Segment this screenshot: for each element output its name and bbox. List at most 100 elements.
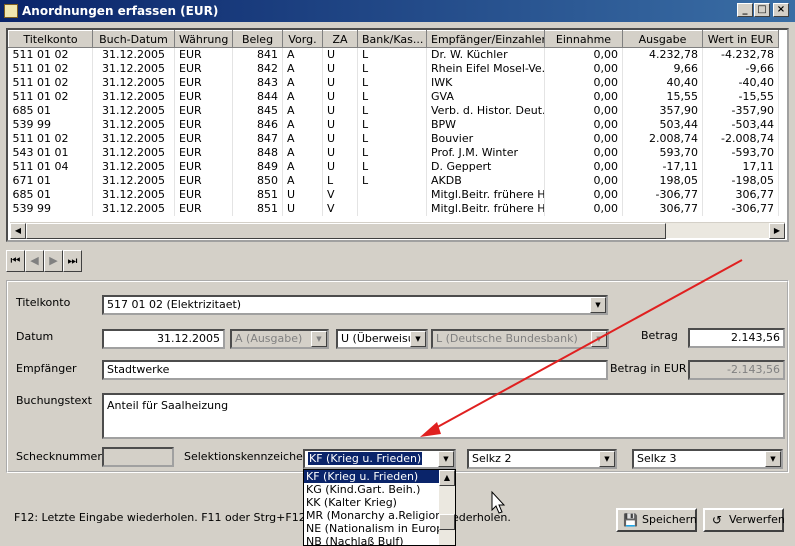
betrag-input[interactable]: 2.143,56: [688, 328, 785, 348]
last-record-button[interactable]: ⏭: [63, 250, 82, 272]
next-record-button[interactable]: ▶: [44, 250, 63, 272]
table-cell: 851: [232, 188, 283, 202]
chevron-down-icon[interactable]: ▼: [599, 451, 615, 467]
column-header[interactable]: Bank/Kas...: [357, 30, 427, 48]
table-row[interactable]: 511 01 02 31.12.2005 EUR 844 A U L GVA 0,00 15,55…: [8, 90, 779, 104]
table-cell: U: [322, 76, 358, 90]
selektion-select[interactable]: KF (Krieg u. Frieden) ▼: [303, 449, 456, 469]
table-row[interactable]: 671 01 31.12.2005 EUR 850 A L L AKDB 0,00 198,05-…: [8, 174, 779, 188]
table-cell: 511 01 02: [8, 62, 93, 76]
chevron-down-icon[interactable]: ▼: [765, 451, 781, 467]
maximize-button[interactable]: □: [754, 3, 770, 17]
column-header[interactable]: ZA: [322, 30, 358, 48]
table-cell: 0,00: [544, 104, 623, 118]
column-header[interactable]: Titelkonto: [8, 30, 93, 48]
table-cell: A: [282, 90, 323, 104]
column-header[interactable]: Beleg: [232, 30, 283, 48]
dropdown-option[interactable]: NB (Nachlaß Bulf): [304, 535, 455, 545]
chevron-down-icon[interactable]: ▼: [590, 297, 606, 313]
table-row[interactable]: 543 01 01 31.12.2005 EUR 848 A U L Prof. J.M. W…: [8, 146, 779, 160]
table-cell: 0,00: [544, 132, 623, 146]
column-header[interactable]: Währung: [174, 30, 233, 48]
column-header[interactable]: Vorg.: [282, 30, 323, 48]
table-cell: EUR: [174, 188, 233, 202]
table-cell: -9,66: [702, 62, 779, 76]
table-cell: U: [322, 146, 358, 160]
dropdown-option[interactable]: KF (Krieg u. Frieden): [304, 470, 455, 483]
table-cell: 0,00: [544, 47, 623, 62]
table-cell: Bouvier: [426, 132, 545, 146]
scroll-up-icon[interactable]: ▲: [439, 470, 455, 486]
table-cell: U: [322, 47, 358, 62]
scroll-thumb[interactable]: [26, 223, 666, 239]
selektion-dropdown-list[interactable]: KF (Krieg u. Frieden) KG (Kind.Gart. Beih…: [303, 469, 456, 546]
table-row[interactable]: 685 01 31.12.2005 EUR 851 U V Mitgl.Beitr. frü…: [8, 188, 779, 202]
table-cell: 306,77: [702, 188, 779, 202]
table-cell: L: [357, 104, 427, 118]
dropdown-option[interactable]: MR (Monarchy a.Religion): [304, 509, 455, 522]
column-header[interactable]: Einnahme: [544, 30, 623, 48]
vorgang-select[interactable]: A (Ausgabe) ▼: [230, 329, 329, 349]
selkz2-select[interactable]: Selkz 2 ▼: [467, 449, 617, 469]
column-header[interactable]: Wert in EUR: [702, 30, 779, 48]
table-cell: 31.12.2005: [92, 202, 175, 216]
save-button[interactable]: 💾 Speichern: [616, 508, 697, 532]
chevron-down-icon[interactable]: ▼: [410, 331, 426, 347]
dropdown-option[interactable]: NE (Nationalism in Europ): [304, 522, 455, 535]
table-cell: L: [357, 47, 427, 62]
chevron-down-icon[interactable]: ▼: [438, 451, 454, 467]
table-cell: 0,00: [544, 118, 623, 132]
buchungstext-textarea[interactable]: Anteil für Saalheizung: [102, 393, 785, 439]
grid-header-row: Titelkonto Buch-Datum Währung Beleg Vorg. ZA B…: [8, 30, 779, 48]
table-cell: V: [322, 202, 358, 216]
dropdown-option[interactable]: KG (Kind.Gart. Beih.): [304, 483, 455, 496]
chevron-down-icon[interactable]: ▼: [311, 331, 327, 347]
scroll-thumb[interactable]: [439, 514, 455, 530]
table-cell: EUR: [174, 160, 233, 174]
zahlart-select[interactable]: U (Überweisun ▼: [336, 329, 428, 349]
datum-input[interactable]: 31.12.2005: [102, 329, 225, 349]
table-row[interactable]: 511 01 04 31.12.2005 EUR 849 A U L D. Geppert 0,…: [8, 160, 779, 174]
table-cell: EUR: [174, 118, 233, 132]
table-cell: -15,55: [702, 90, 779, 104]
column-header[interactable]: Buch-Datum: [92, 30, 175, 48]
table-cell: 31.12.2005: [92, 132, 175, 146]
table-row[interactable]: 539 99 31.12.2005 EUR 846 A U L BPW 0,00 503,44 -5…: [8, 118, 779, 132]
table-cell: U: [322, 62, 358, 76]
first-record-button[interactable]: ⏮: [6, 250, 25, 272]
grid-horizontal-scrollbar[interactable]: ◀ ▶: [10, 222, 785, 239]
selkz3-select[interactable]: Selkz 3 ▼: [632, 449, 783, 469]
table-row[interactable]: 511 01 02 31.12.2005 EUR 842 A U L Rhein Eifel …: [8, 62, 779, 76]
column-header[interactable]: Empfänger/Einzahler: [426, 30, 545, 48]
table-cell: L: [357, 174, 427, 188]
selektion-value: KF (Krieg u. Frieden): [308, 452, 423, 465]
discard-button[interactable]: ↺ Verwerfen: [703, 508, 785, 532]
table-cell: 31.12.2005: [92, 118, 175, 132]
schecknummer-input[interactable]: [102, 447, 174, 467]
scroll-right-icon[interactable]: ▶: [769, 223, 785, 239]
table-cell: A: [282, 104, 323, 118]
column-header[interactable]: Ausgabe: [622, 30, 703, 48]
table-cell: Dr. W. Küchler: [426, 47, 545, 62]
undo-icon: ↺: [711, 513, 723, 527]
floppy-disk-icon: 💾: [623, 513, 638, 527]
bookings-grid[interactable]: Titelkonto Buch-Datum Währung Beleg Vorg. ZA B…: [6, 28, 789, 242]
empfaenger-input[interactable]: Stadtwerke: [102, 360, 608, 380]
table-cell: 31.12.2005: [92, 76, 175, 90]
scroll-left-icon[interactable]: ◀: [10, 223, 26, 239]
bank-select[interactable]: L (Deutsche Bundesbank) ▼: [431, 329, 609, 349]
table-row[interactable]: 539 99 31.12.2005 EUR 851 U V Mitgl.Beitr. frü…: [8, 202, 779, 216]
titelkonto-select[interactable]: 517 01 02 (Elektrizitaet) ▼: [102, 295, 608, 315]
table-row[interactable]: 511 01 02 31.12.2005 EUR 847 A U L Bouvier 0,00 2…: [8, 132, 779, 146]
status-hint-right: ederholen.: [452, 511, 511, 524]
chevron-down-icon[interactable]: ▼: [591, 331, 607, 347]
dropdown-scrollbar[interactable]: ▲: [439, 470, 455, 545]
minimize-button[interactable]: _: [737, 3, 753, 17]
prev-record-button[interactable]: ◀: [25, 250, 44, 272]
betrag-label: Betrag: [641, 329, 678, 342]
table-row[interactable]: 685 01 31.12.2005 EUR 845 A U L Verb. d. Histor…: [8, 104, 779, 118]
dropdown-option[interactable]: KK (Kalter Krieg): [304, 496, 455, 509]
table-row[interactable]: 511 01 02 31.12.2005 EUR 841 A U L Dr. W. Küchl…: [8, 47, 779, 62]
table-row[interactable]: 511 01 02 31.12.2005 EUR 843 A U L IWK 0,00 40,40…: [8, 76, 779, 90]
close-button[interactable]: ×: [773, 3, 789, 17]
